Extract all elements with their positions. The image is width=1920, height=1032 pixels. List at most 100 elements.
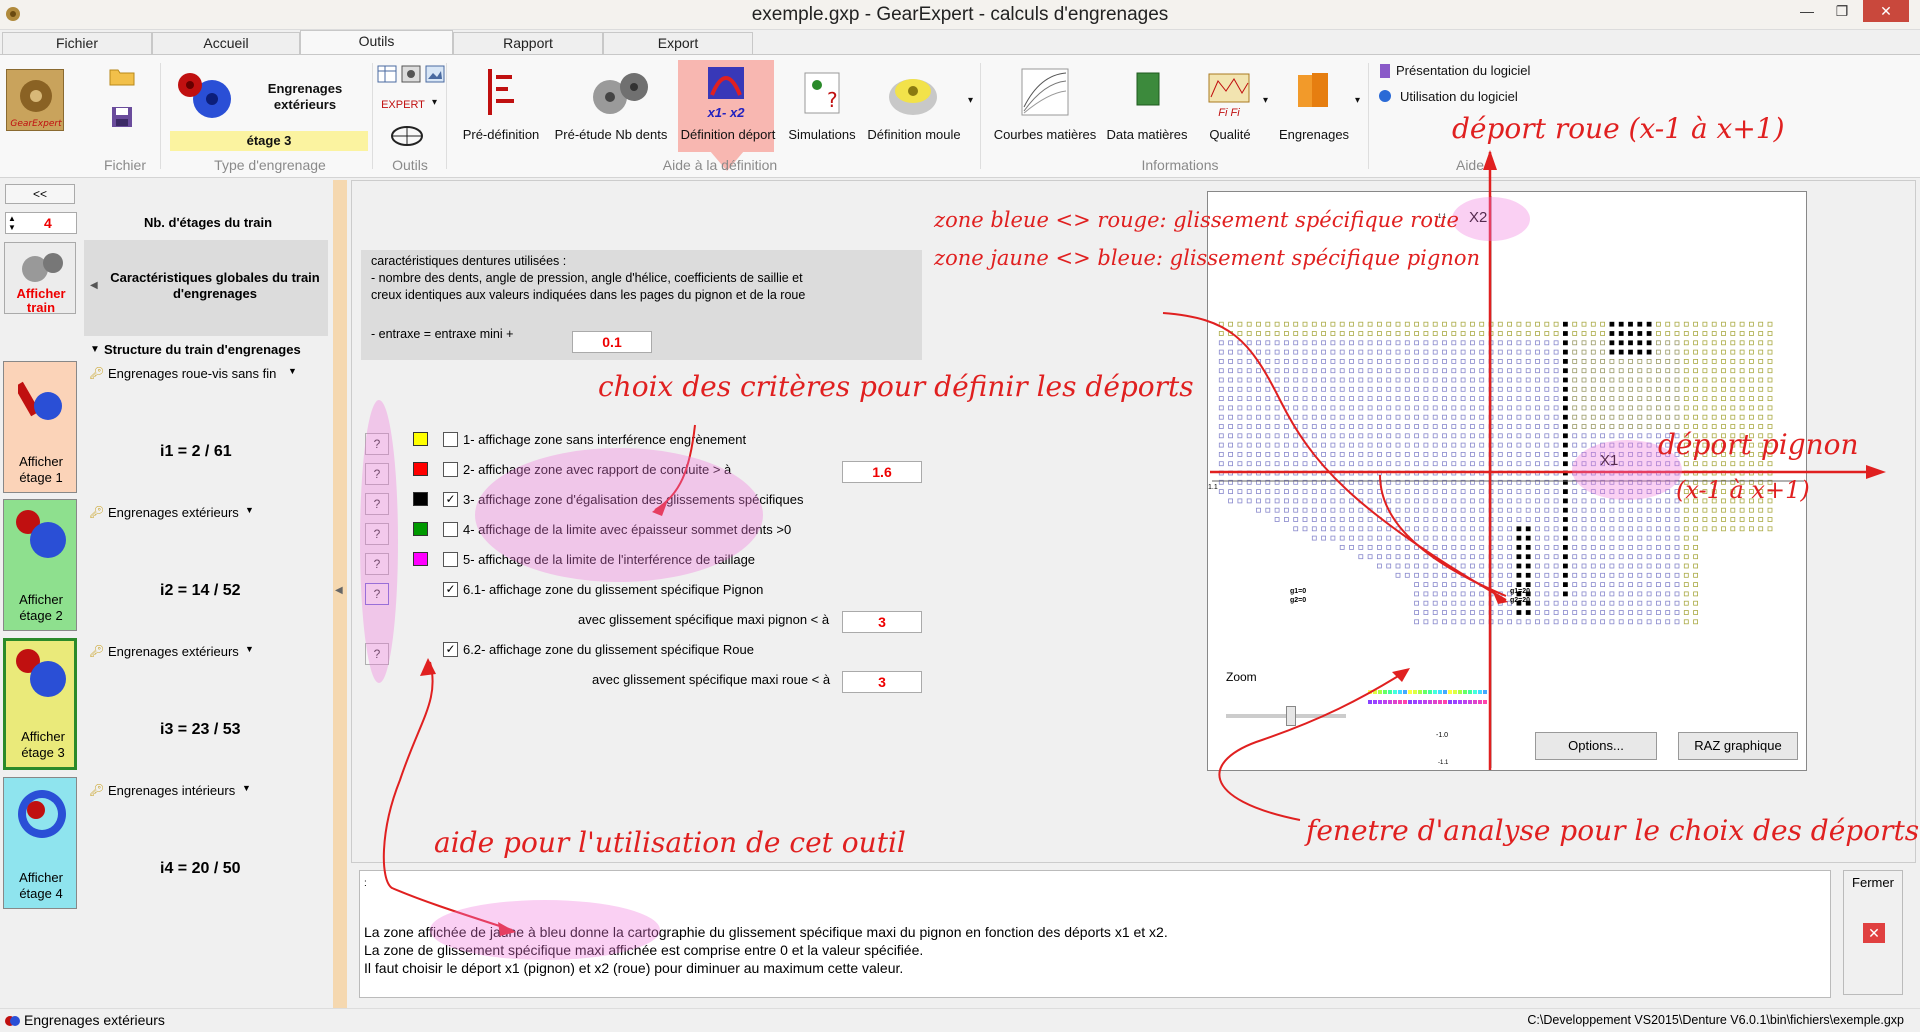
carac-globales-panel[interactable]: ◀ Caractéristiques globales du train d'e… [84, 240, 328, 336]
chevron-left-icon[interactable]: ◀ [335, 585, 343, 596]
internal-gear-icon [18, 790, 66, 838]
pre-definition-icon[interactable] [484, 67, 516, 117]
afficher-etage-1-button[interactable]: Afficher étage 1 [3, 361, 77, 493]
raz-graphique-button[interactable]: RAZ graphique [1678, 732, 1798, 760]
map-cell [1330, 321, 1336, 327]
criteria-6-2-checkbox[interactable]: ✓ [443, 642, 458, 657]
chevron-down-icon[interactable]: ▼ [245, 505, 254, 515]
map-cell [1479, 544, 1485, 550]
collapse-sidebar-button[interactable]: << [5, 184, 75, 204]
spinner-arrows-icon[interactable]: ▲ ▼ [8, 214, 16, 232]
map-cell [1432, 470, 1438, 476]
stage-1-type[interactable]: Engrenages roue-vis sans fin [108, 366, 276, 381]
chevron-down-icon[interactable]: ▾ [1355, 95, 1360, 106]
tab-accueil[interactable]: Accueil [152, 32, 300, 54]
chevron-down-icon[interactable]: ▼ [288, 366, 297, 376]
engrenages-books-icon[interactable] [1296, 71, 1332, 111]
tab-fichier[interactable]: Fichier [2, 32, 152, 54]
afficher-train-button[interactable]: Afficher train [4, 242, 76, 315]
entraxe-input[interactable]: 0.1 [572, 331, 652, 353]
map-cell [1302, 386, 1308, 392]
map-cell [1404, 507, 1410, 513]
splitter[interactable]: ◀ [333, 180, 347, 1008]
chevron-down-icon[interactable]: ▾ [1263, 95, 1268, 106]
zoom-slider-thumb[interactable] [1286, 706, 1296, 726]
chevron-down-icon[interactable]: ▾ [432, 97, 437, 108]
nb-etages-spinner[interactable]: ▲ ▼ 4 [5, 212, 77, 234]
criteria-1-checkbox[interactable] [443, 432, 458, 447]
rapport-conduite-input[interactable]: 1.6 [842, 461, 922, 483]
map-cell [1274, 405, 1280, 411]
map-cell [1544, 489, 1550, 495]
simulations-icon[interactable]: ? [803, 71, 841, 115]
tab-rapport[interactable]: Rapport [453, 32, 603, 54]
map-cell [1711, 461, 1717, 467]
criteria-2-checkbox[interactable] [443, 462, 458, 477]
structure-label: Structure du train d'engrenages [104, 342, 301, 357]
open-folder-icon[interactable] [108, 65, 136, 87]
chevron-down-icon[interactable]: ▼ [242, 783, 251, 793]
btn-definition-moule[interactable]: Définition moule [864, 127, 964, 142]
minimize-button[interactable]: — [1790, 0, 1824, 22]
criteria-5-checkbox[interactable] [443, 552, 458, 567]
afficher-etage-4-button[interactable]: Afficher étage 4 [3, 777, 77, 909]
map-cell [1349, 358, 1354, 364]
qualite-icon[interactable] [1208, 73, 1250, 103]
settings-icon[interactable] [401, 65, 421, 83]
gearexpert-logo-button[interactable]: GearExpert [6, 69, 64, 131]
btn-data-matieres[interactable]: Data matières [1104, 127, 1190, 142]
chevron-down-icon[interactable]: ▾ [968, 95, 973, 106]
moule-icon[interactable] [886, 67, 940, 121]
criteria-4-checkbox[interactable] [443, 522, 458, 537]
tab-outils[interactable]: Outils [300, 30, 453, 55]
map-cell [1497, 610, 1503, 615]
map-cell [1609, 433, 1615, 439]
fermer-panel[interactable]: Fermer ✕ [1843, 870, 1903, 995]
globe-icon[interactable] [390, 125, 424, 147]
map-cell [1711, 340, 1717, 346]
data-book-icon[interactable] [1134, 71, 1162, 109]
btn-definition-deport[interactable]: Définition déport [676, 127, 780, 142]
afficher-etage-2-button[interactable]: Afficher étage 2 [3, 499, 77, 631]
map-cell [1507, 470, 1513, 476]
close-icon[interactable]: ✕ [1863, 923, 1885, 943]
criteria-6-1-checkbox[interactable]: ✓ [443, 582, 458, 597]
btn-presentation-logiciel[interactable]: Présentation du logiciel [1396, 63, 1530, 78]
btn-utilisation-logiciel[interactable]: Utilisation du logiciel [1400, 89, 1518, 104]
btn-engrenages[interactable]: Engrenages [1272, 127, 1356, 142]
close-button[interactable]: ✕ [1863, 0, 1909, 22]
chevron-down-icon[interactable]: ▼ [245, 644, 254, 654]
expert-mode-selector[interactable]: EXPERT [378, 99, 428, 111]
btn-simulations[interactable]: Simulations [784, 127, 860, 142]
btn-courbes-matieres[interactable]: Courbes matières [990, 127, 1100, 142]
maximize-button[interactable]: ❐ [1825, 0, 1859, 22]
map-cell [1711, 386, 1717, 392]
stage-3-type[interactable]: Engrenages extérieurs [108, 644, 239, 659]
external-gears-icon[interactable] [172, 69, 234, 121]
map-cell [1376, 563, 1382, 569]
gs-pignon-input[interactable]: 3 [842, 611, 922, 633]
tab-export[interactable]: Export [603, 32, 753, 54]
map-cell [1479, 405, 1485, 411]
btn-predefinition[interactable]: Pré-définition [459, 127, 543, 142]
criteria-3-checkbox[interactable]: ✓ [443, 492, 458, 507]
save-icon[interactable] [110, 105, 134, 129]
stage-4-type[interactable]: Engrenages intérieurs [108, 783, 235, 798]
options-button[interactable]: Options... [1535, 732, 1657, 760]
image-icon[interactable] [425, 65, 445, 83]
gs-roue-input[interactable]: 3 [842, 671, 922, 693]
table-icon[interactable] [377, 65, 397, 83]
map-cell [1442, 544, 1447, 550]
btn-pre-etude[interactable]: Pré-étude Nb dents [552, 127, 670, 142]
courbes-matieres-icon[interactable] [1020, 67, 1070, 117]
stage-2-type[interactable]: Engrenages extérieurs [108, 505, 239, 520]
map-cell [1507, 331, 1513, 336]
map-cell [1451, 610, 1457, 615]
map-cell [1497, 619, 1503, 625]
map-cell [1581, 358, 1587, 364]
map-cell [1646, 377, 1652, 383]
afficher-etage-3-button[interactable]: Afficher étage 3 [3, 638, 77, 770]
btn-qualite[interactable]: Qualité [1206, 127, 1254, 142]
map-cell [1432, 442, 1438, 448]
pre-etude-gears-icon[interactable] [588, 69, 654, 119]
